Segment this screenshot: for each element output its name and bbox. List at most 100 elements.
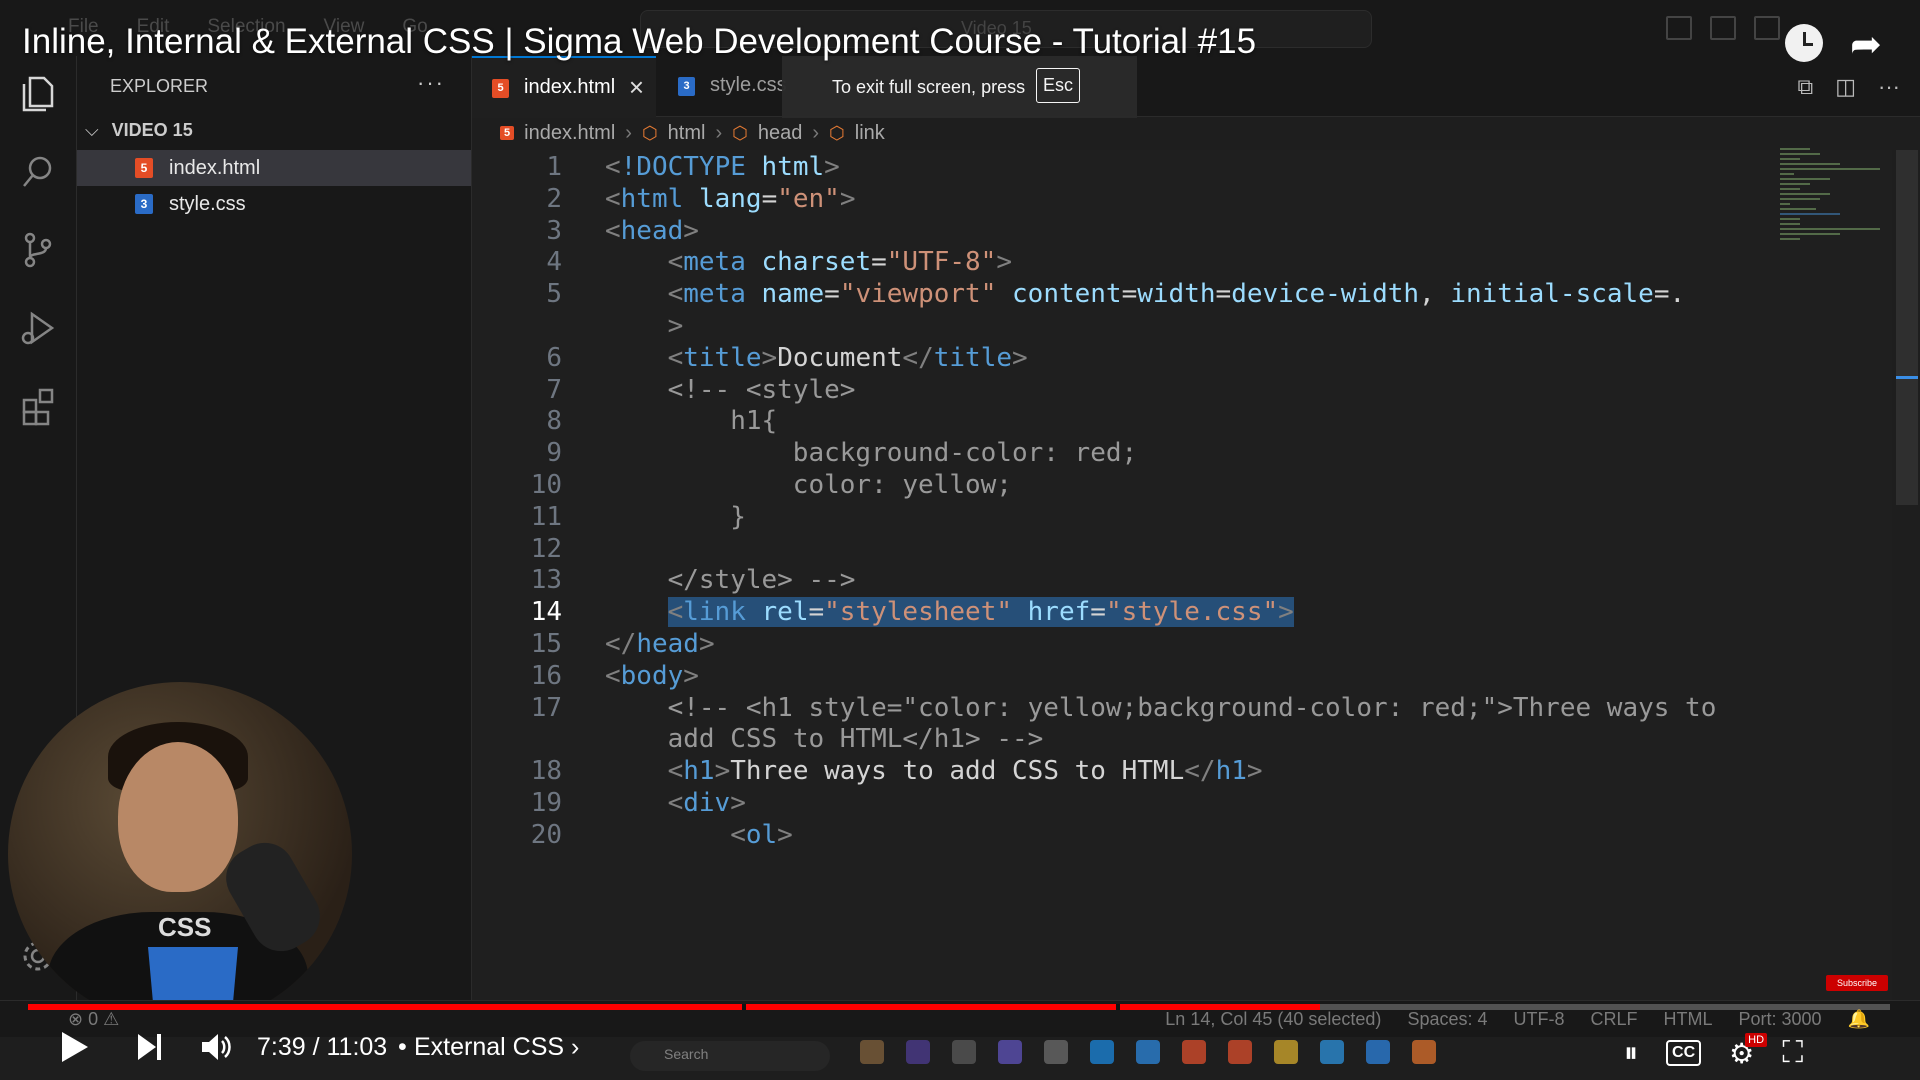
play-icon[interactable]	[60, 1030, 90, 1069]
code-editor[interactable]: 1 <!DOCTYPE html> 2 <html lang="en"> 3 <head>…	[472, 150, 1892, 1000]
source-control-icon[interactable]	[18, 230, 58, 270]
open-preview-icon[interactable]: ⧉	[1798, 74, 1814, 100]
breadcrumb-head[interactable]: head	[758, 122, 803, 145]
code-text: <!DOCTYPE html>	[605, 152, 840, 182]
current-chapter-button[interactable]: External CSS ›	[414, 1033, 579, 1062]
video-title[interactable]: Inline, Internal & External CSS | Sigma …	[22, 22, 1256, 62]
css3-file-icon: 3	[678, 77, 695, 96]
settings-icon[interactable]	[1044, 1040, 1068, 1064]
weather-widget-icon[interactable]	[860, 1040, 884, 1064]
toggle-panel-icon[interactable]	[1710, 16, 1736, 40]
code-text: add CSS to HTML</h1> -->	[667, 724, 1044, 755]
html5-file-icon: 5	[492, 79, 509, 98]
watch-later-clock-icon[interactable]	[1785, 24, 1823, 62]
video-right-controls: ⏸ CC ⚙ HD ⛶	[1624, 1032, 1803, 1070]
tab-style-css[interactable]: 3 style.css	[658, 56, 798, 116]
line-number: 9	[546, 438, 562, 469]
breadcrumb-link[interactable]: link	[855, 122, 885, 145]
code-text: <!-- <style>	[667, 374, 856, 405]
run-debug-icon[interactable]	[18, 308, 58, 348]
subscribe-watermark[interactable]: Subscribe	[1826, 975, 1888, 991]
code-text: <meta charset="UTF-8">	[667, 247, 1012, 278]
line-number: 8	[546, 406, 562, 437]
taskbar-search-placeholder: Search	[664, 1046, 709, 1062]
autoplay-toggle-icon[interactable]: ⏸	[1624, 1037, 1638, 1070]
line-number: 5	[546, 279, 562, 310]
chevron-right-icon: ›	[812, 121, 820, 144]
chrome-canary-icon[interactable]	[1412, 1040, 1436, 1064]
vscode-icon[interactable]	[1366, 1040, 1390, 1064]
line-number: 10	[530, 470, 562, 500]
taskbar-search[interactable]: Search	[630, 1041, 830, 1071]
toast-message: To exit full screen, press	[832, 77, 1026, 97]
folder-video-15[interactable]: ⌵ VIDEO 15	[85, 120, 193, 141]
line-number: 6	[546, 342, 562, 373]
tab-label: style.css	[710, 74, 787, 96]
todo-icon[interactable]	[1320, 1040, 1344, 1064]
toggle-sidebar-icon[interactable]	[1666, 16, 1692, 40]
line-number: 14	[530, 597, 562, 628]
file-index-html[interactable]: 5 index.html	[77, 150, 471, 186]
chapter-title: External CSS	[414, 1033, 565, 1061]
file-explorer-icon[interactable]	[1274, 1040, 1298, 1064]
file-style-css[interactable]: 3 style.css	[77, 186, 471, 222]
element-icon: ⬡	[732, 122, 748, 143]
task-view-icon[interactable]	[952, 1040, 976, 1064]
minimap[interactable]	[1780, 148, 1890, 248]
explorer-icon[interactable]	[18, 74, 58, 114]
breadcrumb-html[interactable]: html	[668, 122, 706, 145]
html5-file-icon: 5	[500, 126, 515, 140]
line-number: 17	[530, 692, 562, 723]
teams-icon[interactable]	[998, 1040, 1022, 1064]
code-text: <html lang="en">	[605, 183, 856, 214]
code-text: >	[667, 311, 684, 341]
code-text: <link rel="stylesheet" href="style.css">	[667, 597, 1294, 628]
extensions-icon[interactable]	[18, 386, 58, 426]
line-number: 20	[530, 819, 562, 850]
settings-gear-icon[interactable]: ⚙ HD	[1729, 1032, 1768, 1070]
split-editor-icon[interactable]: ◫	[1835, 74, 1856, 100]
editor-scrollbar[interactable]	[1896, 150, 1918, 505]
line-number: 1	[546, 152, 562, 182]
exit-fullscreen-icon[interactable]: ⛶	[1782, 1036, 1803, 1070]
chevron-right-icon: ›	[571, 1033, 580, 1061]
edge-icon[interactable]	[1090, 1040, 1114, 1064]
explorer-more-actions-icon[interactable]: ···	[417, 70, 445, 96]
editor-tabs: 5 index.html × 3 style.css ⧉ ◫ ···	[472, 56, 1920, 118]
line-number: 4	[546, 247, 562, 278]
captions-cc-icon[interactable]: CC	[1666, 1040, 1702, 1066]
breadcrumb-file[interactable]: index.html	[524, 122, 615, 145]
line-number: 7	[546, 374, 562, 405]
search-icon[interactable]	[18, 152, 58, 192]
code-text: <meta name="viewport" content=width=devi…	[667, 279, 1686, 310]
code-text: <ol>	[730, 819, 793, 850]
fullscreen-exit-toast: To exit full screen, press Esc	[782, 56, 1137, 118]
element-icon: ⬡	[641, 122, 658, 143]
video-time-display: 7:39 / 11:03	[257, 1033, 388, 1061]
esc-key-badge: Esc	[1036, 68, 1081, 103]
skype-icon[interactable]	[1136, 1040, 1160, 1064]
code-line[interactable]: 20 <ol>	[472, 820, 1892, 859]
line-number: 3	[546, 215, 562, 246]
chrome-icon[interactable]	[1182, 1040, 1206, 1064]
code-text: </head>	[605, 629, 715, 659]
share-arrow-icon[interactable]: ➦	[1850, 26, 1882, 64]
close-icon[interactable]: ×	[629, 72, 644, 103]
file-label: index.html	[169, 157, 261, 179]
shirt-text: CSS	[158, 912, 212, 942]
tab-index-html[interactable]: 5 index.html ×	[472, 56, 656, 118]
file-label: style.css	[169, 193, 246, 215]
code-text: </style> -->	[667, 565, 856, 596]
code-text: <title>Document</title>	[667, 342, 1028, 373]
line-number: 15	[530, 629, 562, 659]
more-actions-icon[interactable]: ···	[1878, 74, 1900, 100]
copilot-icon[interactable]	[906, 1040, 930, 1064]
code-text: <body>	[605, 660, 699, 691]
volume-icon[interactable]	[200, 1032, 232, 1067]
presenter-face	[118, 742, 238, 892]
toggle-secondary-sidebar-icon[interactable]	[1754, 16, 1780, 40]
taskbar-apps	[860, 1040, 1436, 1064]
code-text: <div>	[667, 788, 746, 818]
next-video-icon[interactable]	[136, 1032, 164, 1067]
chrome-profile-icon[interactable]	[1228, 1040, 1252, 1064]
